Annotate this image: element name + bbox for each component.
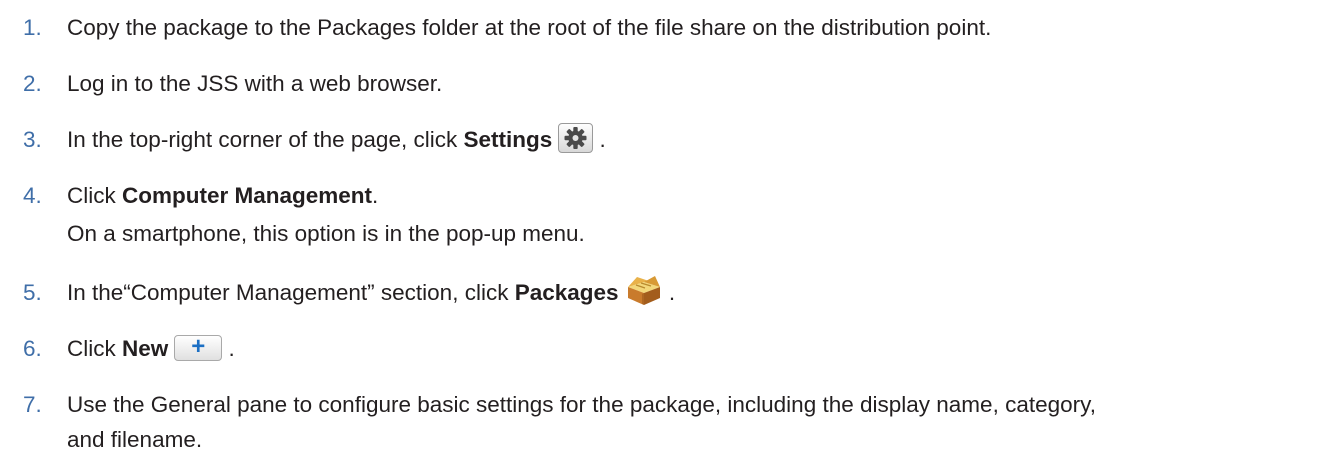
step-text: Copy the package to the Packages folder … xyxy=(67,15,992,40)
step-number: 6. xyxy=(23,336,42,361)
computer-management-label: Computer Management xyxy=(122,183,373,208)
settings-label: Settings xyxy=(463,127,553,152)
new-label: New xyxy=(122,336,169,361)
step-text-pre: In the“Computer Management” section, cli… xyxy=(67,280,515,305)
instruction-list: 1. Copy the package to the Packages fold… xyxy=(0,0,1333,465)
plus-icon: + xyxy=(174,335,223,362)
step-text: In the top-right corner of the page, cli… xyxy=(67,123,1303,156)
step-text-post: . xyxy=(668,280,676,305)
step-text-post: . xyxy=(228,336,235,361)
step-text-post: . xyxy=(372,183,379,208)
gear-icon xyxy=(558,123,594,154)
step-text: Click Computer Management. xyxy=(67,180,1303,212)
step-text-continuation: and filename. xyxy=(67,427,203,452)
step-number: 3. xyxy=(23,127,42,152)
step-text: In the“Computer Management” section, cli… xyxy=(67,276,1303,311)
step-text-post: . xyxy=(599,127,606,152)
step-text-pre: Click xyxy=(67,336,122,361)
packages-label: Packages xyxy=(514,280,619,305)
step-number: 4. xyxy=(23,183,42,208)
step-text: Use the General pane to configure basic … xyxy=(67,392,1096,417)
step-text-pre: Click xyxy=(67,183,122,208)
step-text-pre: In the top-right corner of the page, cli… xyxy=(67,127,464,152)
step-number: 7. xyxy=(23,392,42,417)
package-box-icon xyxy=(625,273,663,307)
step-number: 1. xyxy=(23,15,42,40)
step-text: Log in to the JSS with a web browser. xyxy=(67,71,443,96)
step-number: 5. xyxy=(23,280,42,305)
step-number: 2. xyxy=(23,71,42,96)
step-note: On a smartphone, this option is in the p… xyxy=(67,221,585,246)
step-text: Click New + . xyxy=(67,333,1303,365)
